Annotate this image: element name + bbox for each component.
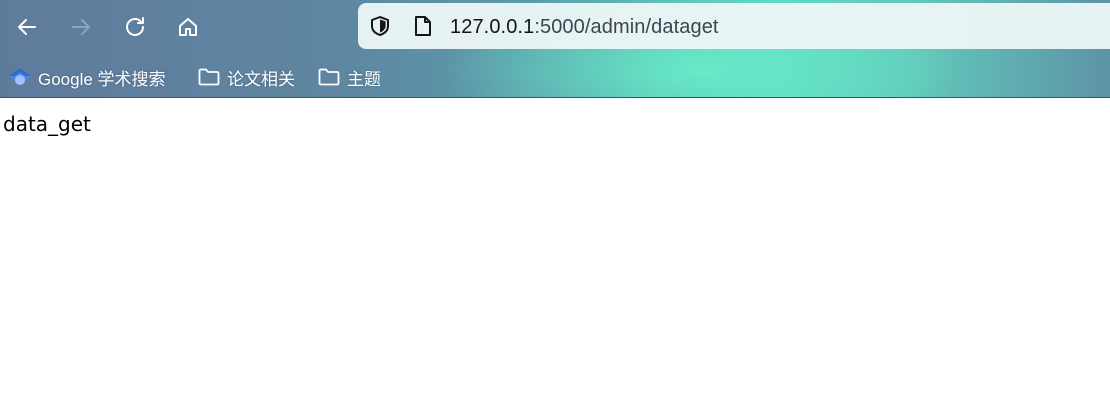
arrow-left-icon bbox=[15, 15, 39, 39]
folder-icon bbox=[197, 65, 221, 89]
page-icon[interactable] bbox=[412, 14, 434, 38]
page-body-text: data_get bbox=[3, 112, 91, 136]
folder-icon bbox=[317, 65, 341, 89]
url-path: :5000/admin/dataget bbox=[534, 16, 719, 38]
navigation-toolbar: 127.0.0.1:5000/admin/dataget bbox=[0, 0, 1110, 54]
url-text[interactable]: 127.0.0.1:5000/admin/dataget bbox=[450, 15, 719, 39]
home-icon bbox=[176, 15, 200, 39]
url-host: 127.0.0.1 bbox=[450, 16, 535, 38]
page-content: data_get bbox=[0, 98, 1110, 418]
bookmark-folder-themes[interactable]: 主题 bbox=[317, 64, 381, 90]
arrow-right-icon bbox=[69, 15, 93, 39]
reload-button[interactable] bbox=[118, 10, 152, 44]
bookmark-folder-papers[interactable]: 论文相关 bbox=[197, 64, 295, 90]
home-button[interactable] bbox=[171, 10, 205, 44]
bookmark-label: 论文相关 bbox=[227, 69, 295, 89]
forward-button[interactable] bbox=[64, 10, 98, 44]
browser-chrome: 127.0.0.1:5000/admin/dataget Google 学术搜索… bbox=[0, 0, 1110, 98]
google-scholar-icon bbox=[8, 65, 32, 89]
bookmark-google-scholar[interactable]: Google 学术搜索 bbox=[8, 64, 166, 90]
url-bar[interactable]: 127.0.0.1:5000/admin/dataget bbox=[358, 3, 1110, 49]
bookmarks-toolbar: Google 学术搜索 论文相关 主题 bbox=[0, 56, 1110, 96]
shield-icon[interactable] bbox=[368, 14, 392, 38]
back-button[interactable] bbox=[10, 10, 44, 44]
bookmark-label: Google 学术搜索 bbox=[38, 69, 166, 89]
bookmark-label: 主题 bbox=[347, 69, 381, 89]
reload-icon bbox=[123, 15, 147, 39]
